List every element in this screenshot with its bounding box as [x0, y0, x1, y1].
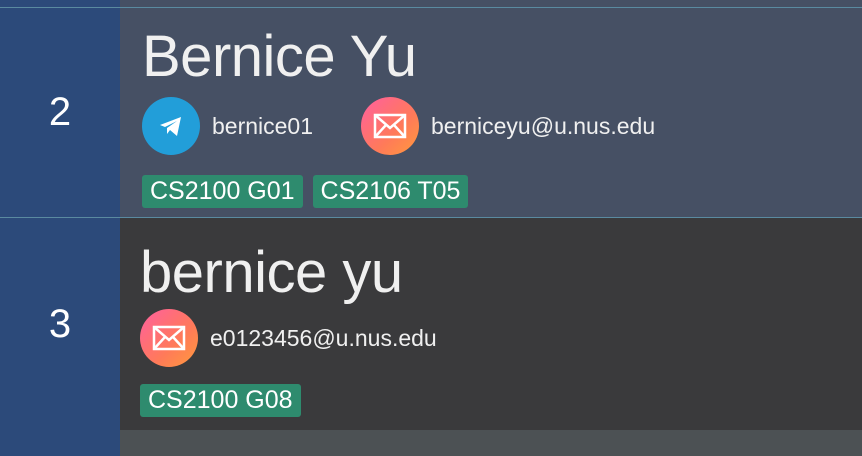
person-card-body[interactable]: bernice yu e0123456@u.nus.edu CS2100 G08 — [120, 218, 862, 430]
email-contact[interactable]: e0123456@u.nus.edu — [140, 309, 437, 367]
person-card[interactable]: 3 bernice yu e0123456@u.nus.edu CS2100 G… — [0, 218, 862, 430]
person-list[interactable]: 2 Bernice Yu bernice01 berniceyu@u.nus.e… — [0, 0, 862, 456]
tag: CS2100 G01 — [142, 175, 303, 208]
telegram-icon — [142, 97, 200, 155]
tag-list: CS2100 G08 — [140, 384, 301, 417]
person-index: 2 — [0, 8, 120, 217]
email-address: e0123456@u.nus.edu — [210, 324, 437, 351]
tag: CS2106 T05 — [312, 175, 469, 208]
envelope-icon — [361, 97, 419, 155]
previous-index-cell — [0, 0, 120, 7]
previous-row-edge — [0, 0, 862, 7]
tag: CS2100 G08 — [140, 384, 301, 417]
person-index: 3 — [0, 218, 120, 430]
list-empty-area — [0, 430, 862, 456]
telegram-handle: bernice01 — [212, 112, 314, 139]
person-name: Bernice Yu — [142, 24, 417, 89]
tag-list: CS2100 G01 CS2106 T05 — [142, 175, 469, 208]
telegram-contact[interactable]: bernice01 — [142, 97, 313, 155]
email-contact[interactable]: berniceyu@u.nus.edu — [361, 97, 655, 155]
person-card-selected[interactable]: 2 Bernice Yu bernice01 berniceyu@u.nus.e… — [0, 7, 862, 218]
person-card-body[interactable]: Bernice Yu bernice01 berniceyu@u.nus.edu… — [120, 8, 862, 217]
envelope-icon — [140, 309, 198, 367]
person-name: bernice yu — [140, 240, 403, 305]
empty-index-cell — [0, 430, 120, 456]
email-address: berniceyu@u.nus.edu — [431, 112, 656, 139]
empty-card-area — [120, 430, 862, 456]
